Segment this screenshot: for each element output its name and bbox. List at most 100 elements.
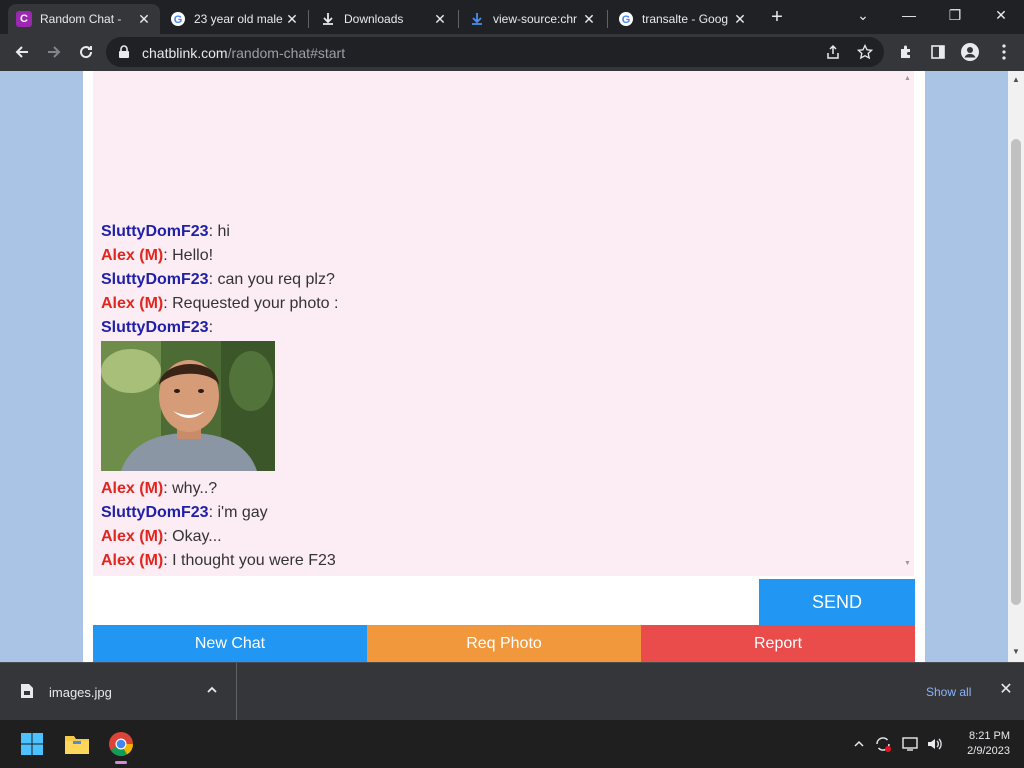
tab-title: 23 year old male [194,12,283,26]
chrome-icon[interactable] [103,726,139,764]
forward-button[interactable] [40,38,68,66]
message-text: : Hello! [163,247,214,264]
chat-container: SluttyDomF23: hi Alex (M): Hello! Slutty… [83,71,925,662]
close-icon[interactable]: ✕ [581,11,597,28]
scroll-down-arrow-icon[interactable]: ▼ [904,560,911,567]
reload-icon [80,46,93,59]
tab-random-chat[interactable]: C Random Chat - ✕ [8,4,160,34]
clock-date: 2/9/2023 [967,745,1010,757]
chevron-up-icon[interactable] [850,735,868,753]
side-panel-icon[interactable] [924,38,952,66]
google-g-icon: G [618,11,634,27]
volume-icon[interactable] [926,735,944,753]
share-icon[interactable] [824,43,842,61]
chat-message: Alex (M): Requested your photo : [101,295,338,313]
kebab-menu-icon[interactable] [990,38,1018,66]
lock-icon[interactable] [118,45,130,64]
profile-avatar-icon[interactable] [956,38,984,66]
message-text: : I thought you were F23 [163,552,336,569]
tab-separator [607,10,608,28]
stranger-name: SluttyDomF23 [101,223,209,240]
download-icon [320,11,336,27]
tab-search-chevron-icon[interactable]: ⌄ [840,0,886,30]
stranger-name: SluttyDomF23 [101,319,209,336]
browser-tab-strip: C Random Chat - ✕ G 23 year old male ✕ D… [0,0,1024,34]
tab-title: view-source:chr [493,12,578,26]
network-icon[interactable] [901,735,919,753]
tab-downloads[interactable]: Downloads ✕ [312,4,456,34]
chat-message: Alex (M): I thought you were F23 [101,552,336,570]
close-icon[interactable]: ✕ [136,11,152,28]
download-icon [469,11,485,27]
minimize-button[interactable]: — [886,0,932,30]
chat-log[interactable]: SluttyDomF23: hi Alex (M): Hello! Slutty… [93,71,902,576]
address-bar[interactable]: chatblink.com/random-chat#start [106,37,884,67]
my-name: Alex (M) [101,552,164,569]
report-button[interactable]: Report [641,625,915,662]
tab-title: Downloads [344,12,404,26]
chatblink-c-icon: C [16,11,32,27]
send-button[interactable]: SEND [759,579,915,625]
new-tab-button[interactable]: + [766,6,788,28]
received-photo[interactable] [101,341,275,471]
tab-separator [458,10,459,28]
my-name: Alex (M) [101,480,164,497]
scroll-up-arrow-icon[interactable]: ▲ [904,75,911,82]
my-name: Alex (M) [101,295,164,312]
url-text[interactable]: chatblink.com/random-chat#start [142,45,345,61]
google-g-icon: G [170,11,186,27]
scroll-up-arrow-icon[interactable]: ▲ [1012,75,1020,84]
scroll-down-arrow-icon[interactable]: ▼ [1012,647,1020,656]
url-host: chatblink.com [142,45,228,61]
back-button[interactable] [8,38,36,66]
browser-toolbar: chatblink.com/random-chat#start [0,34,1024,71]
forward-arrow-icon [48,46,61,58]
chat-actions: New Chat Req Photo Report [93,625,915,662]
chat-scrollbar[interactable]: ▲ ▼ [902,71,914,576]
tab-23-year-old-male[interactable]: G 23 year old male ✕ [162,4,308,34]
message-text: : hi [208,223,230,240]
chat-message: Alex (M): Hello! [101,247,213,265]
reload-button[interactable] [72,38,100,66]
tab-transalte-google[interactable]: G transalte - Goog ✕ [610,4,756,34]
download-shelf: images.jpg Show all ✕ [0,662,1024,720]
file-explorer-icon[interactable] [59,726,95,762]
scrollbar-thumb[interactable] [1011,139,1021,605]
show-all-link[interactable]: Show all [926,685,971,699]
close-icon[interactable]: ✕ [732,11,748,28]
chat-message: SluttyDomF23: i'm gay [101,504,268,522]
download-file-name: images.jpg [49,685,112,700]
extensions-puzzle-icon[interactable] [892,38,920,66]
smiling-man-photo [101,341,275,471]
message-input[interactable] [93,579,759,625]
window-close-button[interactable]: ✕ [978,0,1024,30]
sync-alert-icon[interactable] [874,735,892,753]
message-text: : why..? [163,480,218,497]
chevron-up-icon[interactable] [206,683,218,701]
chat-message: SluttyDomF23: can you req plz? [101,271,335,289]
message-input-row: SEND [93,579,915,625]
download-item[interactable]: images.jpg [0,663,237,720]
tab-view-source[interactable]: view-source:chr ✕ [461,4,605,34]
windows-start-icon[interactable] [14,726,50,762]
page-scrollbar[interactable]: ▲ ▼ [1008,71,1024,662]
close-icon[interactable]: ✕ [284,11,300,28]
system-clock[interactable]: 8:21 PM 2/9/2023 [960,729,1010,759]
req-photo-button[interactable]: Req Photo [367,625,641,662]
message-text: : i'm gay [208,504,268,521]
close-icon[interactable]: ✕ [432,11,448,28]
svg-text:G: G [622,14,631,26]
new-chat-button[interactable]: New Chat [93,625,367,662]
bookmark-star-icon[interactable] [856,43,874,61]
restore-button[interactable]: ❐ [932,0,978,30]
file-icon [20,683,34,704]
tab-title: transalte - Goog [642,12,729,26]
chat-message: SluttyDomF23: hi [101,223,230,241]
message-text: : Okay... [163,528,222,545]
message-text: : Requested your photo : [163,295,339,312]
message-text: : [208,319,214,336]
chat-message: SluttyDomF23: [101,319,213,337]
my-name: Alex (M) [101,247,164,264]
close-icon[interactable]: ✕ [997,681,1015,699]
back-arrow-icon [15,46,28,58]
